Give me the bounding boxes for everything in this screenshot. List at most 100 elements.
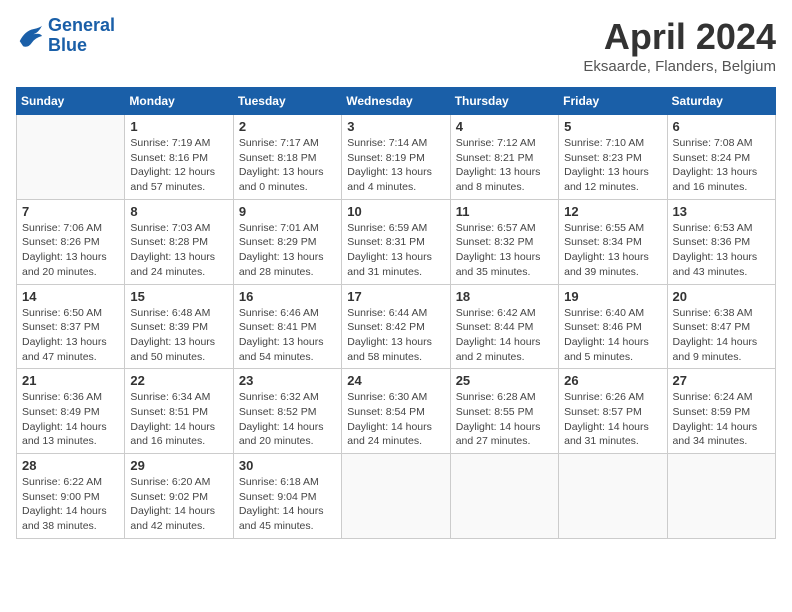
calendar-cell — [342, 454, 450, 539]
day-number: 23 — [239, 373, 336, 388]
calendar-cell: 23 Sunrise: 6:32 AMSunset: 8:52 PMDayligh… — [233, 369, 341, 454]
calendar-cell: 5Sunrise: 7:10 AMSunset: 8:23 PMDaylight… — [559, 115, 667, 200]
day-number: 9 — [239, 204, 336, 219]
calendar-week-5: 28Sunrise: 6:22 AMSunset: 9:00 PMDayligh… — [17, 454, 776, 539]
calendar-header-row: SundayMondayTuesdayWednesdayThursdayFrid… — [17, 88, 776, 115]
calendar-cell: 21 Sunrise: 6:36 AMSunset: 8:49 PMDayligh… — [17, 369, 125, 454]
day-info: Sunrise: 6:59 AMSunset: 8:31 PMDaylight:… — [347, 221, 444, 280]
day-info: Sunrise: 6:32 AMSunset: 8:52 PMDaylight:… — [239, 390, 336, 449]
day-number: 22 — [130, 373, 227, 388]
day-number: 27 — [673, 373, 770, 388]
day-number: 2 — [239, 119, 336, 134]
logo: General Blue — [16, 16, 115, 56]
weekday-header-thursday: Thursday — [450, 88, 558, 115]
day-info: Sunrise: 6:20 AMSunset: 9:02 PMDaylight:… — [130, 475, 227, 534]
weekday-header-saturday: Saturday — [667, 88, 775, 115]
day-number: 8 — [130, 204, 227, 219]
day-number: 21 — [22, 373, 119, 388]
calendar-cell: 6 Sunrise: 7:08 AMSunset: 8:24 PMDaylight… — [667, 115, 775, 200]
day-number: 6 — [673, 119, 770, 134]
day-info: Sunrise: 6:40 AMSunset: 8:46 PMDaylight:… — [564, 306, 661, 365]
page-header: General Blue April 2024 Eksaarde, Flande… — [16, 16, 776, 75]
location: Eksaarde, Flanders, Belgium — [583, 58, 776, 75]
day-info: Sunrise: 7:08 AMSunset: 8:24 PMDaylight:… — [673, 136, 770, 195]
weekday-header-wednesday: Wednesday — [342, 88, 450, 115]
calendar-cell — [17, 115, 125, 200]
calendar-week-2: 7 Sunrise: 7:06 AMSunset: 8:26 PMDaylight… — [17, 199, 776, 284]
calendar-cell: 4 Sunrise: 7:12 AMSunset: 8:21 PMDaylight… — [450, 115, 558, 200]
calendar-cell: 20 Sunrise: 6:38 AMSunset: 8:47 PMDayligh… — [667, 284, 775, 369]
day-info: Sunrise: 6:44 AMSunset: 8:42 PMDaylight:… — [347, 306, 444, 365]
day-number: 3 — [347, 119, 444, 134]
calendar-week-1: 1 Sunrise: 7:19 AMSunset: 8:16 PMDaylight… — [17, 115, 776, 200]
day-info: Sunrise: 7:10 AMSunset: 8:23 PMDaylight:… — [564, 136, 661, 195]
calendar-cell: 1 Sunrise: 7:19 AMSunset: 8:16 PMDaylight… — [125, 115, 233, 200]
day-info: Sunrise: 6:55 AMSunset: 8:34 PMDaylight:… — [564, 221, 661, 280]
calendar-cell: 11 Sunrise: 6:57 AMSunset: 8:32 PMDayligh… — [450, 199, 558, 284]
day-number: 19 — [564, 289, 661, 304]
weekday-header-friday: Friday — [559, 88, 667, 115]
calendar-cell: 16 Sunrise: 6:46 AMSunset: 8:41 PMDayligh… — [233, 284, 341, 369]
logo-text-line1: General — [48, 16, 115, 36]
calendar-cell — [559, 454, 667, 539]
day-info: Sunrise: 6:38 AMSunset: 8:47 PMDaylight:… — [673, 306, 770, 365]
day-number: 7 — [22, 204, 119, 219]
calendar-cell: 3 Sunrise: 7:14 AMSunset: 8:19 PMDaylight… — [342, 115, 450, 200]
day-info: Sunrise: 6:36 AMSunset: 8:49 PMDaylight:… — [22, 390, 119, 449]
day-info: Sunrise: 7:12 AMSunset: 8:21 PMDaylight:… — [456, 136, 553, 195]
day-number: 29 — [130, 458, 227, 473]
calendar-cell: 24Sunrise: 6:30 AMSunset: 8:54 PMDayligh… — [342, 369, 450, 454]
day-number: 28 — [22, 458, 119, 473]
day-info: Sunrise: 7:03 AMSunset: 8:28 PMDaylight:… — [130, 221, 227, 280]
day-number: 16 — [239, 289, 336, 304]
day-info: Sunrise: 6:28 AMSunset: 8:55 PMDaylight:… — [456, 390, 553, 449]
day-info: Sunrise: 6:26 AMSunset: 8:57 PMDaylight:… — [564, 390, 661, 449]
day-info: Sunrise: 6:24 AMSunset: 8:59 PMDaylight:… — [673, 390, 770, 449]
day-number: 12 — [564, 204, 661, 219]
calendar-cell: 10Sunrise: 6:59 AMSunset: 8:31 PMDayligh… — [342, 199, 450, 284]
day-info: Sunrise: 7:17 AMSunset: 8:18 PMDaylight:… — [239, 136, 336, 195]
day-number: 11 — [456, 204, 553, 219]
calendar-cell: 22Sunrise: 6:34 AMSunset: 8:51 PMDayligh… — [125, 369, 233, 454]
day-number: 13 — [673, 204, 770, 219]
calendar-cell: 15Sunrise: 6:48 AMSunset: 8:39 PMDayligh… — [125, 284, 233, 369]
calendar-cell: 14Sunrise: 6:50 AMSunset: 8:37 PMDayligh… — [17, 284, 125, 369]
logo-text-line2: Blue — [48, 36, 115, 56]
day-number: 26 — [564, 373, 661, 388]
calendar-cell: 29 Sunrise: 6:20 AMSunset: 9:02 PMDayligh… — [125, 454, 233, 539]
weekday-header-sunday: Sunday — [17, 88, 125, 115]
calendar-cell: 18Sunrise: 6:42 AMSunset: 8:44 PMDayligh… — [450, 284, 558, 369]
title-area: April 2024 Eksaarde, Flanders, Belgium — [583, 16, 776, 75]
weekday-header-monday: Monday — [125, 88, 233, 115]
calendar-cell: 13 Sunrise: 6:53 AMSunset: 8:36 PMDayligh… — [667, 199, 775, 284]
day-info: Sunrise: 6:50 AMSunset: 8:37 PMDaylight:… — [22, 306, 119, 365]
day-info: Sunrise: 6:46 AMSunset: 8:41 PMDaylight:… — [239, 306, 336, 365]
day-number: 4 — [456, 119, 553, 134]
day-info: Sunrise: 7:19 AMSunset: 8:16 PMDaylight:… — [130, 136, 227, 195]
day-number: 25 — [456, 373, 553, 388]
calendar-cell: 8 Sunrise: 7:03 AMSunset: 8:28 PMDaylight… — [125, 199, 233, 284]
calendar-cell: 27 Sunrise: 6:24 AMSunset: 8:59 PMDayligh… — [667, 369, 775, 454]
day-info: Sunrise: 6:57 AMSunset: 8:32 PMDaylight:… — [456, 221, 553, 280]
calendar-cell: 7 Sunrise: 7:06 AMSunset: 8:26 PMDaylight… — [17, 199, 125, 284]
calendar-cell: 26 Sunrise: 6:26 AMSunset: 8:57 PMDayligh… — [559, 369, 667, 454]
calendar-cell: 25 Sunrise: 6:28 AMSunset: 8:55 PMDayligh… — [450, 369, 558, 454]
day-number: 17 — [347, 289, 444, 304]
month-title: April 2024 — [583, 16, 776, 58]
day-number: 30 — [239, 458, 336, 473]
day-info: Sunrise: 7:06 AMSunset: 8:26 PMDaylight:… — [22, 221, 119, 280]
day-number: 24 — [347, 373, 444, 388]
day-number: 15 — [130, 289, 227, 304]
calendar-cell — [450, 454, 558, 539]
day-info: Sunrise: 6:42 AMSunset: 8:44 PMDaylight:… — [456, 306, 553, 365]
day-number: 1 — [130, 119, 227, 134]
day-info: Sunrise: 6:18 AMSunset: 9:04 PMDaylight:… — [239, 475, 336, 534]
calendar-week-4: 21 Sunrise: 6:36 AMSunset: 8:49 PMDayligh… — [17, 369, 776, 454]
day-info: Sunrise: 6:53 AMSunset: 8:36 PMDaylight:… — [673, 221, 770, 280]
day-number: 20 — [673, 289, 770, 304]
calendar-cell: 28Sunrise: 6:22 AMSunset: 9:00 PMDayligh… — [17, 454, 125, 539]
day-info: Sunrise: 7:01 AMSunset: 8:29 PMDaylight:… — [239, 221, 336, 280]
calendar-cell: 9 Sunrise: 7:01 AMSunset: 8:29 PMDaylight… — [233, 199, 341, 284]
calendar-cell: 12 Sunrise: 6:55 AMSunset: 8:34 PMDayligh… — [559, 199, 667, 284]
day-info: Sunrise: 7:14 AMSunset: 8:19 PMDaylight:… — [347, 136, 444, 195]
